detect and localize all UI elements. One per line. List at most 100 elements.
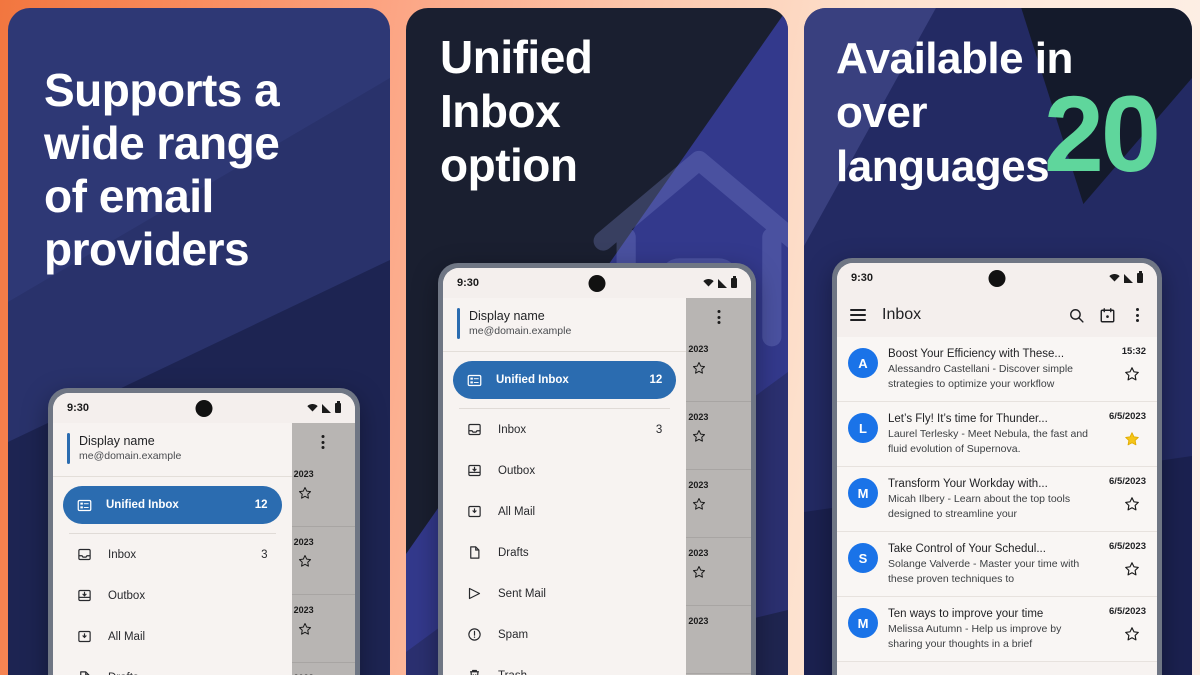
drawer-item-label: Spam <box>498 628 529 641</box>
sent-mail-icon <box>468 587 481 600</box>
panel-unified-inbox-option: Unified Inbox option 9:30 Display name m… <box>406 8 788 675</box>
scrim-star-icon <box>292 554 355 573</box>
mail-date: 6/5/2023 <box>1109 476 1146 487</box>
scrim-mail-row: 2023 <box>686 606 751 674</box>
status-time: 9:30 <box>67 402 90 414</box>
drawer-item-sent-mail[interactable]: Sent Mail <box>443 573 686 614</box>
headline-line: wide range <box>44 117 280 169</box>
scrim-star-icon <box>686 497 751 516</box>
mail-meta: 15:32 <box>1098 346 1146 391</box>
mail-meta: 6/5/2023 <box>1098 541 1146 586</box>
mail-list-item[interactable]: M Transform Your Workday with... Micah I… <box>837 467 1157 532</box>
drawer-item-drafts[interactable]: Drafts <box>53 657 292 675</box>
mail-date: 6/5/2023 <box>1109 606 1146 617</box>
mail-subject: Let’s Fly! It’s time for Thunder... <box>888 413 1048 425</box>
scrim-mail-row: 2023 <box>686 538 751 606</box>
phone-mockup-2: 9:30 Display name me@domain.example Unif… <box>438 263 756 675</box>
drawer-item-drafts[interactable]: Drafts <box>443 532 686 573</box>
scrim-star-icon <box>686 565 751 584</box>
status-bar: 9:30 <box>443 268 751 298</box>
scrim-mail-date: 2023 <box>688 480 709 490</box>
star-icon[interactable] <box>1098 626 1146 642</box>
account-header-2[interactable]: Display name me@domain.example <box>443 298 687 352</box>
overflow-menu-icon[interactable] <box>717 310 721 324</box>
headline-line: providers <box>44 223 250 275</box>
drawer-item-count: 12 <box>254 499 268 511</box>
mail-list-item[interactable]: M Ten ways to improve your time Melissa … <box>837 597 1157 662</box>
drawer-item-inbox[interactable]: Inbox 3 <box>443 409 686 450</box>
wifi-icon <box>1109 274 1120 282</box>
scrim-mail-row: 2023 <box>291 459 355 527</box>
search-icon[interactable] <box>1068 307 1085 324</box>
mail-preview: Solange Valverde - Master your time with… <box>888 558 1080 585</box>
scrim-mail-date: 2023 <box>688 616 709 626</box>
drawer-item-label: Sent Mail <box>498 587 546 600</box>
drawer-item-outbox[interactable]: Outbox <box>443 450 686 491</box>
drawer-item-unified-inbox[interactable]: Unified Inbox 12 <box>63 486 282 524</box>
star-icon[interactable] <box>1098 561 1146 577</box>
panel3-headline: 20 Available in over languages <box>804 8 1192 194</box>
drawer-scrim-2[interactable]: 2023 2023 2023 2023 2023 <box>686 298 751 675</box>
account-text-block: Display name me@domain.example <box>79 433 181 464</box>
headline-line: Supports a <box>44 64 280 116</box>
scrim-mail-date: 2023 <box>688 344 709 354</box>
drawer-item-outbox[interactable]: Outbox <box>53 575 292 616</box>
account-accent-bar <box>67 433 70 464</box>
scrim-mail-row: 2023 <box>686 402 751 470</box>
account-text-block: Display name me@domain.example <box>469 308 571 339</box>
scrim-mail-row: 2023 <box>686 470 751 538</box>
mail-list[interactable]: A Boost Your Efficiency with These... Al… <box>837 337 1157 662</box>
account-header-1[interactable]: Display name me@domain.example <box>53 423 292 477</box>
scrim-mail-date: 2023 <box>688 548 709 558</box>
signal-icon <box>322 403 331 413</box>
scrim-mail-date: 2023 <box>688 412 709 422</box>
drafts-icon <box>80 671 90 675</box>
drawer-item-all-mail[interactable]: All Mail <box>53 616 292 657</box>
scrim-star-icon <box>292 486 355 505</box>
mail-body: Let’s Fly! It’s time for Thunder... Laur… <box>888 411 1088 456</box>
mail-subject: Ten ways to improve your time <box>888 608 1044 620</box>
drawer-scrim-1[interactable]: 2023 2023 2023 <box>291 423 355 675</box>
all-mail-icon <box>468 505 481 518</box>
scrim-star-icon <box>686 429 751 448</box>
mail-body: Transform Your Workday with... Micah Ilb… <box>888 476 1088 521</box>
mail-date: 6/5/2023 <box>1109 411 1146 422</box>
drawer-item-label: Drafts <box>108 672 139 675</box>
scrim-mail-date: 2023 <box>293 605 314 615</box>
mail-list-item[interactable]: S Take Control of Your Schedul... Solang… <box>837 532 1157 597</box>
battery-icon <box>1137 271 1143 283</box>
star-icon[interactable] <box>1098 496 1146 512</box>
star-icon[interactable] <box>1098 366 1146 382</box>
drawer-item-trash[interactable]: Trash <box>443 655 686 675</box>
drawer-container-1: Display name me@domain.example Unified I… <box>53 423 355 675</box>
mail-meta: 6/5/2023 <box>1098 606 1146 651</box>
mail-body: Ten ways to improve your time Melissa Au… <box>888 606 1088 651</box>
camera-notch-icon <box>195 400 213 417</box>
star-icon-filled[interactable] <box>1098 431 1146 447</box>
outbox-icon <box>468 464 481 477</box>
headline-line: Unified <box>440 31 593 83</box>
overflow-menu-icon[interactable] <box>321 435 325 449</box>
mail-preview: Micah Ilbery - Learn about the top tools… <box>888 493 1071 520</box>
feature-panels-stage: Supports a wide range of email providers… <box>0 0 1200 675</box>
drawer-item-spam[interactable]: Spam <box>443 614 686 655</box>
drawer-item-label: Outbox <box>498 464 536 477</box>
mail-list-item[interactable]: A Boost Your Efficiency with These... Al… <box>837 337 1157 402</box>
avatar: L <box>848 413 878 443</box>
mail-body: Take Control of Your Schedul... Solange … <box>888 541 1088 586</box>
hamburger-menu-icon[interactable] <box>850 309 866 321</box>
status-time: 9:30 <box>851 272 874 284</box>
drawer-item-label: Trash <box>498 670 527 675</box>
mail-preview: Laurel Terlesky - Meet Nebula, the fast … <box>888 428 1088 455</box>
drawer-item-unified-inbox[interactable]: Unified Inbox 12 <box>453 361 677 399</box>
mail-subject: Boost Your Efficiency with These... <box>888 348 1065 360</box>
unified-inbox-icon <box>77 499 92 511</box>
scrim-mail-row: 2023 <box>291 527 355 595</box>
mail-list-item[interactable]: L Let’s Fly! It’s time for Thunder... La… <box>837 402 1157 467</box>
drawer-item-inbox[interactable]: Inbox 3 <box>53 534 292 575</box>
mail-subject: Take Control of Your Schedul... <box>888 543 1046 555</box>
drawer-item-all-mail[interactable]: All Mail <box>443 491 686 532</box>
calendar-icon[interactable] <box>1099 307 1116 324</box>
overflow-menu-icon[interactable] <box>1130 308 1144 322</box>
mail-meta: 6/5/2023 <box>1098 411 1146 456</box>
